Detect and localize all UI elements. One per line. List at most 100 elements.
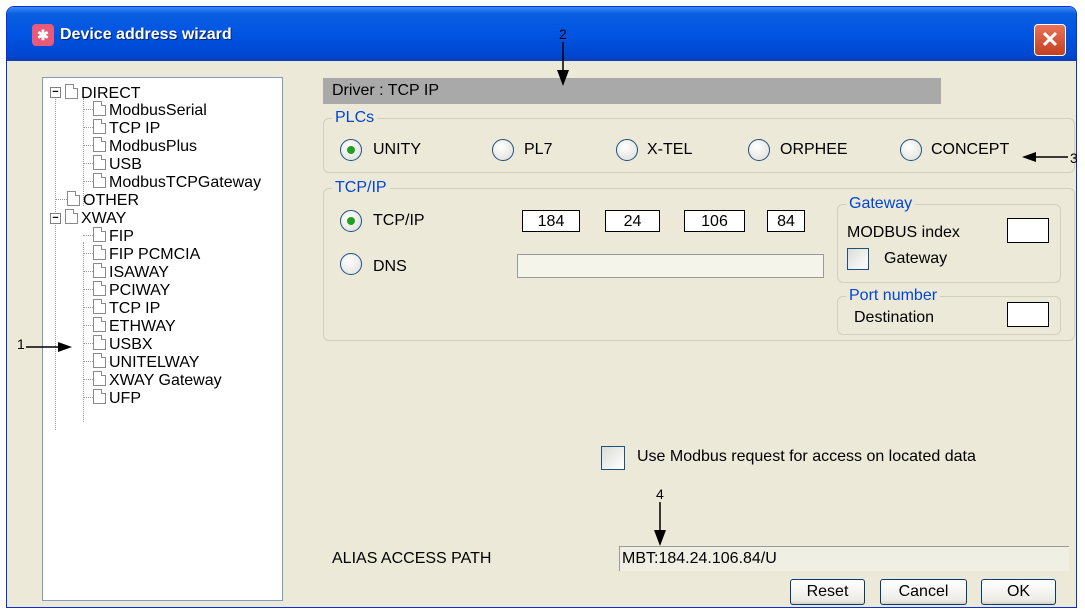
radio-concept-label: CONCEPT xyxy=(931,141,1010,158)
ok-button[interactable]: OK xyxy=(981,579,1056,605)
document-icon xyxy=(93,137,106,152)
document-icon xyxy=(93,353,106,368)
collapse-icon[interactable]: − xyxy=(50,213,61,224)
tree-item-tcp-ip[interactable]: TCP IP xyxy=(93,119,160,138)
gateway-checkbox[interactable] xyxy=(847,248,869,270)
document-icon xyxy=(67,191,80,206)
modbus-index-input[interactable] xyxy=(1007,218,1049,243)
radio-dns-label: DNS xyxy=(373,258,407,275)
modbus-request-label: Use Modbus request for access on located… xyxy=(637,448,976,465)
tree-item-other[interactable]: OTHER xyxy=(67,191,139,210)
document-icon xyxy=(93,101,106,116)
close-button[interactable]: ✕ xyxy=(1034,24,1066,56)
tree-item-modbustcpgateway[interactable]: ModbusTCPGateway xyxy=(93,173,261,192)
tree-connector xyxy=(83,271,93,272)
radio-pl7-label: PL7 xyxy=(524,141,553,158)
document-icon xyxy=(93,281,106,296)
gateway-legend: Gateway xyxy=(849,195,913,212)
modbus-request-checkbox[interactable] xyxy=(601,446,625,470)
tree-item-xway[interactable]: XWAY xyxy=(65,209,126,228)
radio-unity-label: UNITY xyxy=(373,141,421,158)
port-number-legend: Port number xyxy=(849,287,938,304)
tree-item-label: USB xyxy=(109,156,142,173)
tree-item-pciway[interactable]: PCIWAY xyxy=(93,281,170,300)
tree-connector xyxy=(83,145,93,146)
tree-item-usbx[interactable]: USBX xyxy=(93,335,153,354)
ip-octet-2[interactable]: 24 xyxy=(605,210,660,232)
callout-2-arrow xyxy=(557,42,569,86)
tree-item-label: ModbusTCPGateway xyxy=(109,174,262,191)
tree-connector xyxy=(55,199,67,200)
tree-item-modbusserial[interactable]: ModbusSerial xyxy=(93,101,207,120)
tree-item-isaway[interactable]: ISAWAY xyxy=(93,263,169,282)
tree-connector xyxy=(83,397,93,398)
tree-connector xyxy=(83,253,93,254)
tree-connector xyxy=(83,307,93,308)
tree-item-label: ISAWAY xyxy=(109,264,169,281)
tree-item-unitelway[interactable]: UNITELWAY xyxy=(93,353,199,372)
tree-connector xyxy=(83,289,93,290)
tree-item-label: OTHER xyxy=(83,192,139,209)
document-icon xyxy=(93,317,106,332)
tree-item-label: DIRECT xyxy=(81,85,141,102)
tree-connector xyxy=(83,181,93,182)
tree-item-fip-pcmcia[interactable]: FIP PCMCIA xyxy=(93,245,200,264)
tree-connector xyxy=(83,325,93,326)
tree-guide-line xyxy=(83,98,84,206)
ip-octet-4[interactable]: 84 xyxy=(767,210,805,232)
ip-octet-1[interactable]: 184 xyxy=(522,210,580,232)
device-address-wizard-window: ✱ Device address wizard ✕ − DIRECT Modbu… xyxy=(6,6,1077,608)
callout-4: 4 xyxy=(656,486,664,502)
ip-octet-3[interactable]: 106 xyxy=(684,210,745,232)
radio-tcpip[interactable] xyxy=(340,210,362,232)
callout-3-arrow xyxy=(1022,152,1068,162)
tree-item-label: PCIWAY xyxy=(109,282,171,299)
tree-connector xyxy=(83,235,93,236)
app-icon: ✱ xyxy=(32,24,54,46)
tree-item-label: USBX xyxy=(109,336,153,353)
window-title: Device address wizard xyxy=(60,26,232,43)
tree-item-modbusplus[interactable]: ModbusPlus xyxy=(93,137,197,156)
tree-item-usb[interactable]: USB xyxy=(93,155,142,174)
tree-item-label: FIP PCMCIA xyxy=(109,246,201,263)
tree-item-ethway[interactable]: ETHWAY xyxy=(93,317,176,336)
document-icon xyxy=(93,119,106,134)
tree-connector xyxy=(83,379,93,380)
tree-connector xyxy=(83,127,93,128)
radio-concept[interactable] xyxy=(900,139,922,161)
document-icon xyxy=(93,173,106,188)
radio-orphee-label: ORPHEE xyxy=(780,141,848,158)
collapse-icon[interactable]: − xyxy=(50,87,61,98)
radio-xtel[interactable] xyxy=(616,139,638,161)
tree-item-label: UFP xyxy=(109,390,141,407)
tree-connector xyxy=(83,361,93,362)
callout-3: 3 xyxy=(1070,150,1078,166)
driver-header: Driver : TCP IP xyxy=(323,78,941,104)
radio-unity[interactable] xyxy=(340,139,362,161)
title-bar[interactable]: ✱ Device address wizard ✕ xyxy=(7,7,1076,61)
radio-orphee[interactable] xyxy=(748,139,770,161)
driver-tree[interactable]: − DIRECT ModbusSerial TCP IP ModbusPlus … xyxy=(42,77,283,601)
document-icon xyxy=(93,227,106,242)
tree-item-label: ModbusSerial xyxy=(109,102,207,119)
tree-item-tcp-ip-xway[interactable]: TCP IP xyxy=(93,299,160,318)
destination-input[interactable] xyxy=(1007,302,1049,327)
callout-2: 2 xyxy=(559,26,567,42)
dns-input[interactable] xyxy=(517,254,824,278)
tree-item-xway-gateway[interactable]: XWAY Gateway xyxy=(93,371,222,390)
folder-icon xyxy=(65,84,78,99)
reset-button[interactable]: Reset xyxy=(790,579,865,605)
tree-item-label: FIP xyxy=(109,228,134,245)
document-icon xyxy=(93,371,106,386)
document-icon xyxy=(93,245,106,260)
tree-item-fip[interactable]: FIP xyxy=(93,227,134,246)
alias-access-path-field[interactable]: MBT:184.24.106.84/U xyxy=(619,546,1069,571)
cancel-button[interactable]: Cancel xyxy=(880,579,967,605)
tree-connector xyxy=(83,163,93,164)
radio-pl7[interactable] xyxy=(492,139,514,161)
tree-connector xyxy=(83,109,93,110)
tree-item-label: TCP IP xyxy=(109,120,161,137)
radio-dns[interactable] xyxy=(340,253,362,275)
destination-label: Destination xyxy=(854,309,935,326)
tree-item-ufp[interactable]: UFP xyxy=(93,389,141,408)
